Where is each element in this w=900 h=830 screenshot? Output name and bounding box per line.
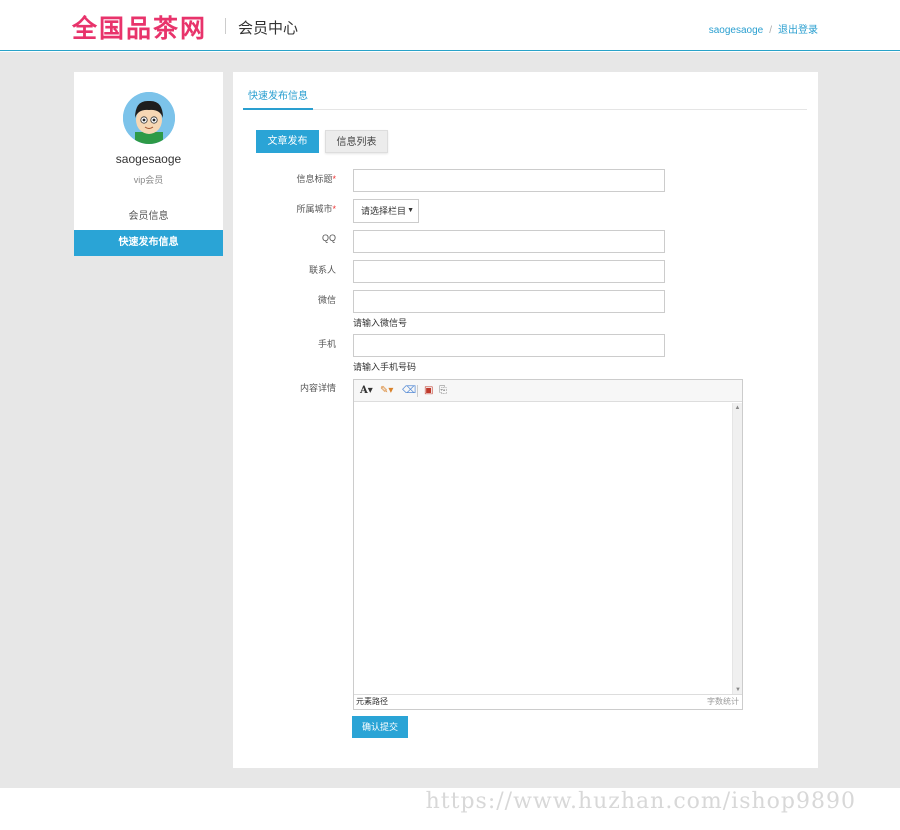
dropdown-arrow-icon: ▼ [407,207,414,214]
logout-link[interactable]: 退出登录 [778,25,818,36]
city-select-value: 请选择栏目 [361,206,407,216]
mobile-hint: 请输入手机号码 [353,362,417,372]
publish-article-button[interactable]: 文章发布 [256,130,319,153]
logo-divider [225,18,226,34]
city-label-text: 所属城市 [296,204,333,214]
sidebar-item-member-info[interactable]: 会员信息 [74,204,223,230]
qq-label: QQ [321,233,336,243]
info-list-button[interactable]: 信息列表 [325,130,388,153]
member-sidebar: saogesaoge vip会员 会员信息 快速发布信息 [74,72,223,256]
rich-text-editor: A▾ ✎▾ ⌫ ▣ ⎘ ▲ ▼ 元素路径 字数统计 [353,379,743,710]
content-label: 内容详情 [299,383,336,393]
user-nav: saogesaoge / 退出登录 [709,21,818,36]
wechat-input[interactable] [353,290,665,313]
avatar [123,92,175,144]
highlight-icon[interactable]: ✎▾ [380,383,393,399]
avatar-face-icon [123,92,175,144]
nav-separator: / [769,25,772,36]
top-header: 全国品茶网 会员中心 saogesaoge / 退出登录 [0,0,900,51]
username-link[interactable]: saogesaoge [709,25,764,36]
contact-input[interactable] [353,260,665,283]
editor-scrollbar[interactable]: ▲ ▼ [732,403,742,695]
editor-status-bar: 元素路径 字数统计 [354,694,742,709]
title-label-text: 信息标题 [296,174,333,184]
submit-button[interactable]: 确认提交 [352,716,408,738]
scroll-up-icon[interactable]: ▲ [733,403,742,413]
contact-label: 联系人 [308,265,336,275]
word-count: 字数统计 [707,697,739,706]
watermark-text: https://www.huzhan.com/ishop9890 [425,789,856,814]
member-level: vip会员 [133,175,164,185]
required-mark: * [332,174,336,184]
city-label: 所属城市* [233,202,336,215]
wechat-label: 微信 [317,295,336,305]
member-center-title: 会员中心 [238,20,299,37]
toolbar-divider [417,385,418,397]
image-icon[interactable]: ▣ [424,383,433,399]
mobile-label: 手机 [317,339,336,349]
sidebar-item-quick-publish[interactable]: 快速发布信息 [74,230,223,256]
required-mark: * [332,204,336,214]
site-logo[interactable]: 全国品茶网 [72,9,207,45]
city-select[interactable]: 请选择栏目 ▼ [353,199,419,223]
content-panel: 快速发布信息 文章发布 信息列表 信息标题* 所属城市* 请选择栏目 ▼ QQ 联… [233,72,818,768]
title-input[interactable] [353,169,665,192]
eraser-icon[interactable]: ⌫ [402,383,416,399]
panel-tab-bar: 快速发布信息 [243,89,807,110]
mobile-input[interactable] [353,334,665,357]
tab-quick-publish[interactable]: 快速发布信息 [243,89,313,110]
sidebar-username: saogesaoge [115,152,182,166]
title-label: 信息标题* [233,172,336,185]
wechat-hint: 请输入微信号 [353,318,408,328]
paste-icon[interactable]: ⎘ [439,383,447,399]
editor-toolbar: A▾ ✎▾ ⌫ ▣ ⎘ [354,380,742,402]
editor-content-area[interactable] [354,403,742,695]
element-path: 元素路径 [356,697,388,706]
qq-input[interactable] [353,230,665,253]
font-color-icon[interactable]: A▾ [360,383,373,399]
